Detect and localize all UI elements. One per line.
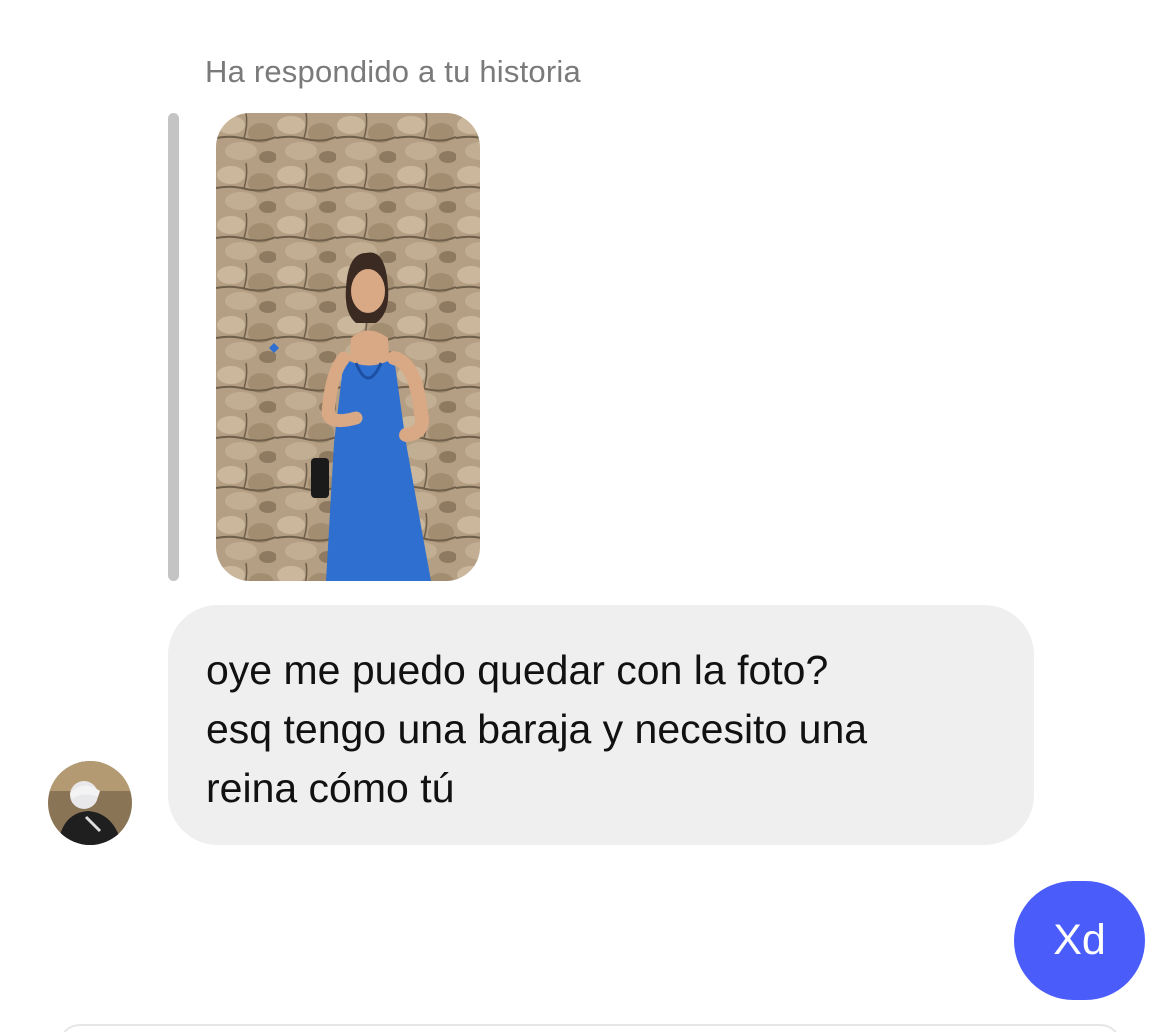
dm-thread: Ha respondido a tu historia oye me puedo… [0, 0, 1169, 1032]
outgoing-message-bubble[interactable]: Xd [1014, 881, 1145, 1000]
story-quote-bar [168, 113, 179, 581]
story-reply-caption: Ha respondido a tu historia [205, 54, 581, 89]
incoming-message-text: oye me puedo quedar con la foto? esq ten… [206, 647, 868, 811]
story-photo-icon [216, 113, 480, 581]
incoming-message-bubble[interactable]: oye me puedo quedar con la foto? esq ten… [168, 605, 1034, 845]
sender-avatar[interactable] [48, 761, 132, 845]
avatar-photo-icon [48, 761, 132, 845]
message-composer[interactable] [58, 1024, 1122, 1032]
story-thumbnail[interactable] [216, 113, 480, 581]
outgoing-message-text: Xd [1053, 916, 1106, 964]
